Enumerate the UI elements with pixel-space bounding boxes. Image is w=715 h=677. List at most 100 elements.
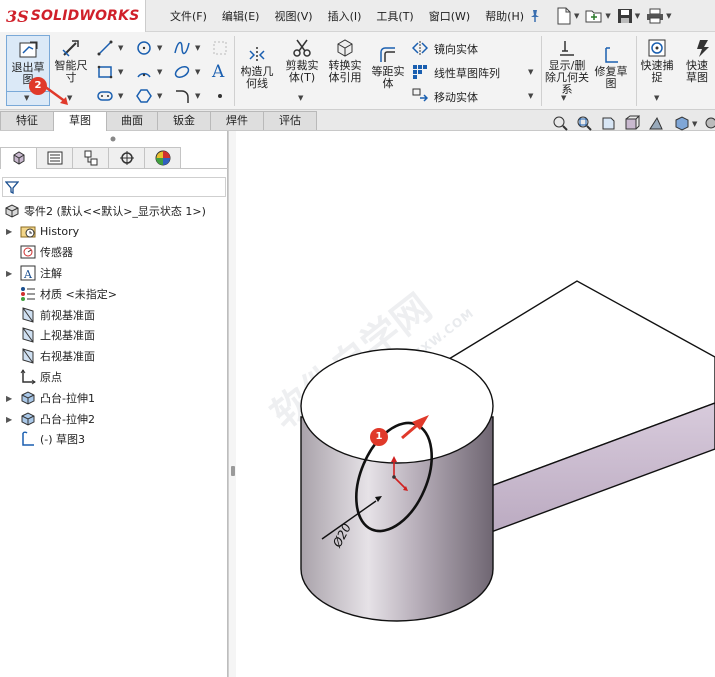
menu-tools[interactable]: 工具(T) <box>376 8 413 24</box>
chevron-down-icon[interactable]: ▼ <box>635 12 640 20</box>
move-entities-label[interactable]: 移动实体 <box>434 89 478 105</box>
pin-icon[interactable] <box>529 9 541 23</box>
smart-dimension-button[interactable]: 智能尺寸 <box>54 38 88 84</box>
line-icon[interactable] <box>97 40 113 56</box>
quick-snaps-button[interactable]: 快速捕捉 <box>639 38 675 84</box>
chevron-down-icon[interactable]: ▼ <box>298 94 303 102</box>
tree-item-annotations[interactable]: ▶ A 注解 <box>6 263 62 283</box>
view-orientation-icon[interactable] <box>674 115 690 131</box>
chevron-down-icon[interactable]: ▼ <box>528 92 533 100</box>
chevron-down-icon[interactable]: ▼ <box>195 44 200 52</box>
section-view-icon[interactable] <box>624 115 640 131</box>
tab-features[interactable]: 特征 <box>0 111 54 130</box>
chevron-down-icon[interactable]: ▼ <box>605 12 610 20</box>
chevron-down-icon[interactable]: ▼ <box>666 12 671 20</box>
tree-item-right-plane[interactable]: 右视基准面 <box>20 346 95 366</box>
tab-display-manager[interactable] <box>144 147 181 169</box>
chevron-down-icon[interactable]: ▼ <box>157 92 162 100</box>
tree-item-boss-extrude-2[interactable]: ▶ 凸台-拉伸2 <box>6 409 95 429</box>
tree-item-origin[interactable]: 原点 <box>20 367 62 387</box>
sketch-center-point[interactable] <box>392 475 396 479</box>
mirror-entities-label[interactable]: 镜向实体 <box>434 41 478 57</box>
point-icon[interactable] <box>212 88 228 104</box>
menu-help[interactable]: 帮助(H) <box>485 8 524 24</box>
convert-entities-button[interactable]: 转换实体引用 <box>326 38 364 84</box>
expand-arrow-icon[interactable]: ▶ <box>6 394 16 403</box>
rapid-sketch-button[interactable]: 快速草图 <box>682 38 715 84</box>
menu-file[interactable]: 文件(F) <box>170 8 207 24</box>
chevron-down-icon[interactable]: ▼ <box>157 68 162 76</box>
tab-property-manager[interactable] <box>36 147 73 169</box>
graphics-area[interactable]: 软件自学网 WWW.RJZXW.COM <box>236 131 715 677</box>
display-delete-relations-button[interactable]: 显示/删除几何关系 <box>545 38 589 96</box>
chevron-down-icon[interactable]: ▼ <box>118 44 123 52</box>
previous-view-icon[interactable] <box>600 115 616 131</box>
tab-surfaces[interactable]: 曲面 <box>106 111 158 130</box>
sketch-grid-icon[interactable] <box>212 40 228 56</box>
spline-icon[interactable] <box>174 40 190 56</box>
linear-pattern-icon[interactable] <box>412 64 428 80</box>
chevron-down-icon[interactable]: ▼ <box>67 94 72 102</box>
tab-sheet-metal[interactable]: 钣金 <box>157 111 211 130</box>
construction-geometry-button[interactable]: 构造几何线 <box>238 46 276 90</box>
tree-filter-field[interactable] <box>2 177 226 197</box>
tree-item-boss-extrude-1[interactable]: ▶ 凸台-拉伸1 <box>6 388 95 408</box>
chevron-down-icon[interactable]: ▼ <box>118 92 123 100</box>
menu-insert[interactable]: 插入(I) <box>328 8 362 24</box>
sketch-fillet-icon[interactable] <box>174 88 190 104</box>
polygon-icon[interactable] <box>136 88 152 104</box>
chevron-down-icon[interactable]: ▼ <box>118 68 123 76</box>
open-folder-icon[interactable] <box>585 8 603 24</box>
linear-pattern-label[interactable]: 线性草图阵列 <box>434 65 500 81</box>
expand-arrow-icon[interactable]: ▶ <box>6 415 16 424</box>
offset-entities-button[interactable]: 等距实体 <box>368 46 408 90</box>
menu-window[interactable]: 窗口(W) <box>429 8 470 24</box>
save-icon[interactable] <box>617 8 633 24</box>
tab-configuration-manager[interactable] <box>72 147 109 169</box>
expand-arrow-icon[interactable]: ▶ <box>6 227 16 236</box>
tree-item-front-plane[interactable]: 前视基准面 <box>20 305 95 325</box>
menu-edit[interactable]: 编辑(E) <box>222 8 260 24</box>
tab-dimxpert-manager[interactable] <box>108 147 145 169</box>
chevron-down-icon[interactable]: ▼ <box>195 92 200 100</box>
hide-show-icon[interactable] <box>703 115 715 131</box>
panel-splitter[interactable] <box>228 131 236 677</box>
arc-icon[interactable] <box>136 64 152 80</box>
chevron-down-icon[interactable]: ▼ <box>654 94 659 102</box>
tab-weldments[interactable]: 焊件 <box>210 111 264 130</box>
print-icon[interactable] <box>646 8 664 24</box>
menu-view[interactable]: 视图(V) <box>274 8 312 24</box>
zoom-to-area-icon[interactable] <box>576 115 592 131</box>
tree-item-top-plane[interactable]: 上视基准面 <box>20 325 95 345</box>
circle-icon[interactable] <box>136 40 152 56</box>
slot-icon[interactable] <box>97 88 113 104</box>
tab-sketch[interactable]: 草图 <box>53 111 107 131</box>
tree-item-history[interactable]: ▶ History <box>6 221 79 241</box>
rectangle-icon[interactable] <box>97 64 113 80</box>
tree-item-sketch-3[interactable]: (-) 草图3 <box>20 429 85 449</box>
chevron-down-icon[interactable]: ▼ <box>574 12 579 20</box>
chevron-down-icon[interactable]: ▼ <box>561 94 566 102</box>
panel-collapse-handle-icon[interactable] <box>108 135 118 143</box>
repair-sketch-button[interactable]: 修复草图 <box>592 46 630 90</box>
chevron-down-icon[interactable]: ▼ <box>195 68 200 76</box>
tree-item-sensors[interactable]: 传感器 <box>20 242 73 262</box>
ellipse-icon[interactable] <box>174 64 190 80</box>
trim-entities-button[interactable]: 剪裁实体(T) <box>282 38 322 84</box>
tree-item-material[interactable]: 材质 <未指定> <box>20 284 117 304</box>
chevron-down-icon[interactable]: ▼ <box>157 44 162 52</box>
splitter-grip-icon[interactable] <box>231 466 235 476</box>
tab-evaluate[interactable]: 评估 <box>263 111 317 130</box>
cylinder-top-face[interactable] <box>300 348 494 464</box>
tab-feature-manager[interactable] <box>0 147 37 169</box>
mirror-entities-icon[interactable] <box>412 40 428 56</box>
zoom-to-fit-icon[interactable] <box>552 115 568 131</box>
chevron-down-icon[interactable]: ▼ <box>24 94 29 102</box>
text-icon[interactable]: A <box>212 62 228 82</box>
tree-root-part[interactable]: 零件2 (默认<<默认>_显示状态 1>) <box>4 201 206 221</box>
expand-arrow-icon[interactable]: ▶ <box>6 269 16 278</box>
new-document-icon[interactable] <box>556 7 572 25</box>
chevron-down-icon[interactable]: ▼ <box>692 120 697 128</box>
move-entities-icon[interactable] <box>412 88 428 104</box>
display-style-icon[interactable] <box>648 115 664 131</box>
